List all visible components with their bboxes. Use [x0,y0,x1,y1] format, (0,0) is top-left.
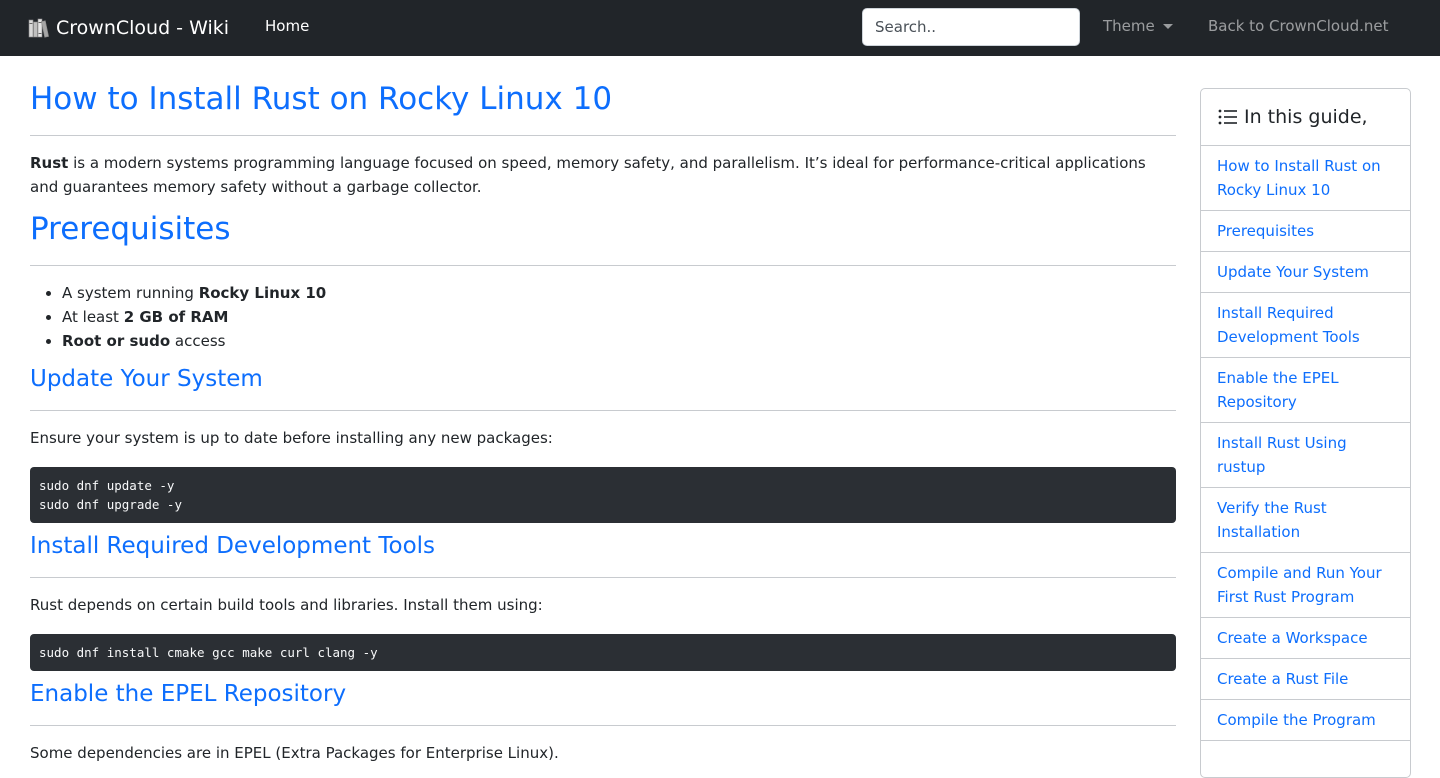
caret-down-icon [1162,23,1173,29]
page-title-link[interactable]: How to Install Rust on Rocky Linux 10 [30,81,612,117]
list-item-text: access [170,332,226,350]
epel-paragraph: Some dependencies are in EPEL (Extra Pac… [30,744,559,762]
search-input[interactable] [862,8,1080,46]
toc-item-first-program[interactable]: Compile and Run Your First Rust Program [1201,553,1410,618]
theme-dropdown[interactable]: Theme [1103,17,1173,35]
intro-text: is a modern systems programming language… [30,154,1146,196]
divider [30,265,1176,266]
toc-item-prerequisites[interactable]: Prerequisites [1201,211,1410,252]
list-item: At least 2 GB of RAM [62,305,1176,329]
heading-prerequisites-link[interactable]: Prerequisites [30,211,231,247]
theme-label: Theme [1103,17,1155,35]
nav-home-link[interactable]: Home [265,17,309,35]
divider [30,410,1176,411]
divider [30,725,1176,726]
heading-epel-link[interactable]: Enable the EPEL Repository [30,681,346,707]
update-paragraph: Ensure your system is up to date before … [30,429,553,447]
divider [30,577,1176,578]
heading-update-system[interactable]: Update Your System [30,364,1176,394]
toc-item-compile[interactable]: Compile the Program [1201,700,1410,741]
heading-prerequisites[interactable]: Prerequisites [30,210,1176,248]
list-item-strong: 2 GB of RAM [123,308,229,326]
list-item-strong: Root or sudo [62,332,171,350]
toc-header: In this guide, [1201,89,1410,146]
toc-item-rust-file[interactable]: Create a Rust File [1201,659,1410,700]
brand-link[interactable]: CrownCloud - Wiki [28,14,229,42]
article-content: How to Install Rust on Rocky Linux 10 Ru… [30,56,1176,765]
table-of-contents: In this guide, How to Install Rust on Ro… [1200,88,1411,778]
toc-item-workspace[interactable]: Create a Workspace [1201,618,1410,659]
top-navbar: CrownCloud - Wiki Home Theme Back to Cro… [0,0,1440,56]
code-block-update[interactable]: sudo dnf update -y sudo dnf upgrade -y [30,467,1176,523]
page-title[interactable]: How to Install Rust on Rocky Linux 10 [30,80,1176,118]
intro-strong: Rust [30,154,69,172]
heading-dev-tools[interactable]: Install Required Development Tools [30,531,1176,561]
toc-item-update-system[interactable]: Update Your System [1201,252,1410,293]
toc-item-dev-tools[interactable]: Install Required Development Tools [1201,293,1410,358]
back-to-crowncloud-link[interactable]: Back to CrownCloud.net [1208,17,1389,35]
list-item-strong: Rocky Linux 10 [198,284,327,302]
toc-item-rustup[interactable]: Install Rust Using rustup [1201,423,1410,488]
heading-update-system-link[interactable]: Update Your System [30,366,263,392]
brand-text: CrownCloud - Wiki [56,17,230,39]
code-block-devtools[interactable]: sudo dnf install cmake gcc make curl cla… [30,634,1176,671]
list-item-text: A system running [62,284,199,302]
books-icon [28,18,49,38]
heading-dev-tools-link[interactable]: Install Required Development Tools [30,533,435,559]
toc-title: In this guide, [1244,106,1368,128]
toc-item-verify[interactable]: Verify the Rust Installation [1201,488,1410,553]
prerequisites-list: A system running Rocky Linux 10 At least… [30,281,1176,353]
heading-epel[interactable]: Enable the EPEL Repository [30,679,1176,709]
list-icon [1218,109,1237,125]
list-item: Root or sudo access [62,329,1176,353]
devtools-paragraph: Rust depends on certain build tools and … [30,596,543,614]
toc-item-install-rust[interactable]: How to Install Rust on Rocky Linux 10 [1201,146,1410,211]
intro-paragraph: Rust is a modern systems programming lan… [30,151,1176,199]
toc-item-epel[interactable]: Enable the EPEL Repository [1201,358,1410,423]
list-item: A system running Rocky Linux 10 [62,281,1176,305]
list-item-text: At least [62,308,124,326]
divider [30,135,1176,136]
